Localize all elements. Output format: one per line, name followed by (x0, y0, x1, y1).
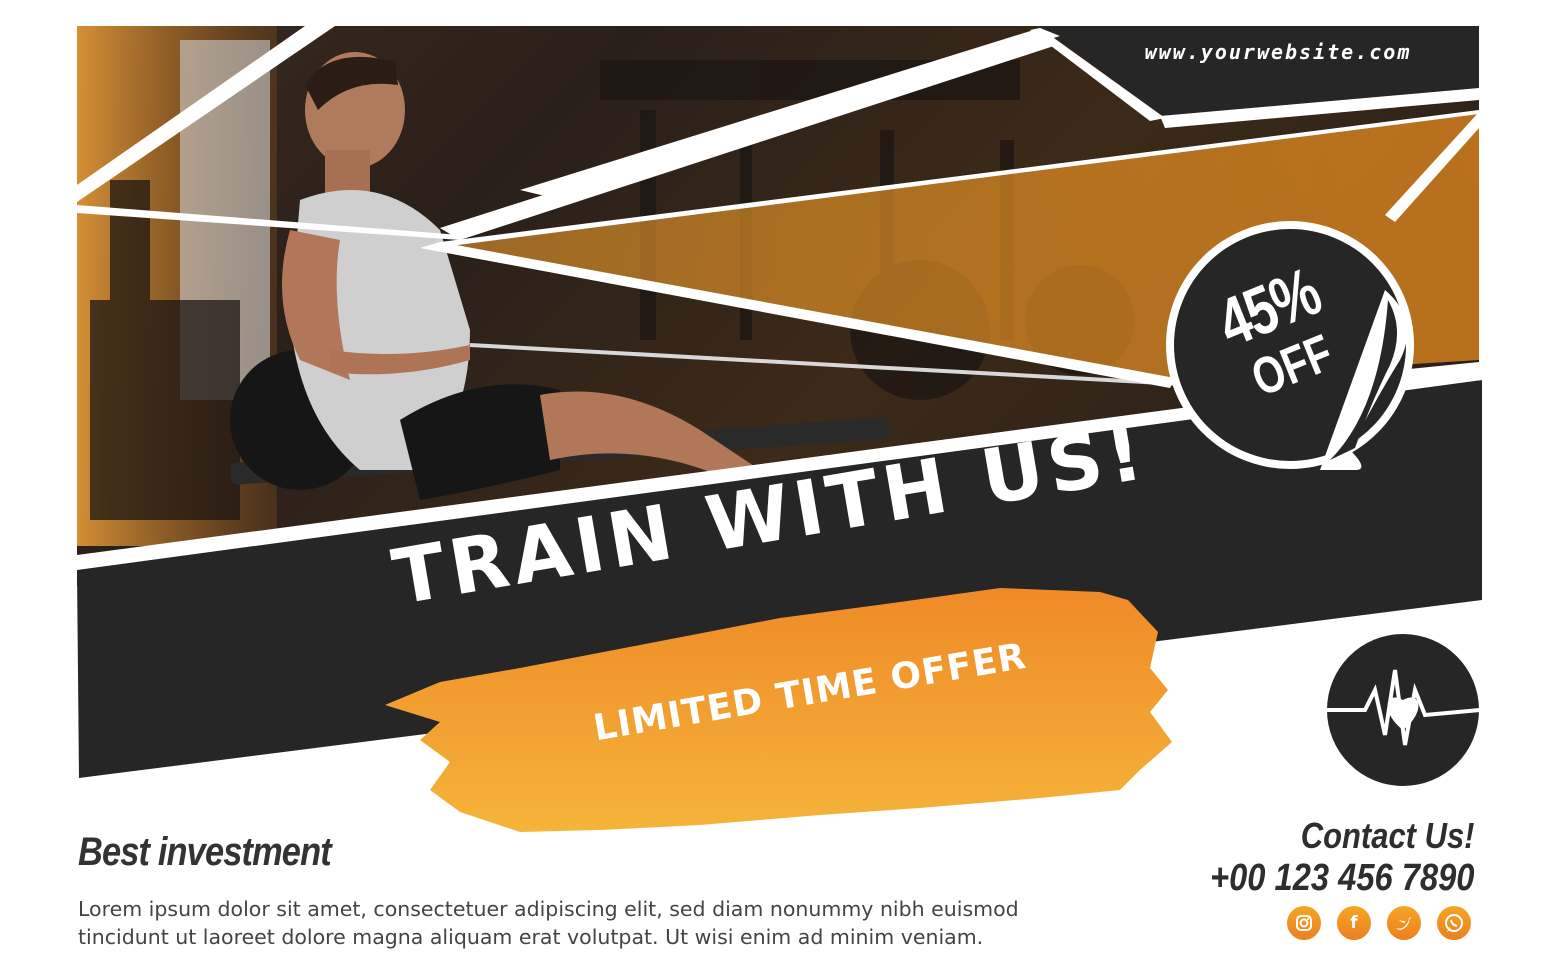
investment-description: Lorem ipsum dolor sit amet, consectetuer… (78, 895, 1158, 951)
instagram-icon[interactable] (1287, 906, 1321, 940)
description-line: tincidunt ut laoreet dolore magna aliqua… (78, 925, 984, 949)
contact-phone[interactable]: +00 123 456 7890 (1210, 857, 1474, 899)
heartbeat-logo (1325, 634, 1481, 786)
whatsapp-icon[interactable] (1437, 906, 1471, 940)
facebook-icon[interactable]: f (1337, 906, 1371, 940)
twitter-icon[interactable] (1387, 906, 1421, 940)
contact-title: Contact Us! (1300, 815, 1474, 856)
contact-block: Contact Us! +00 123 456 7890 (1210, 815, 1474, 899)
description-line: Lorem ipsum dolor sit amet, consectetuer… (78, 897, 1019, 921)
social-icons: f (1287, 906, 1477, 942)
investment-title: Best investment (78, 830, 332, 874)
website-url[interactable]: www.yourwebsite.com (1100, 40, 1456, 64)
